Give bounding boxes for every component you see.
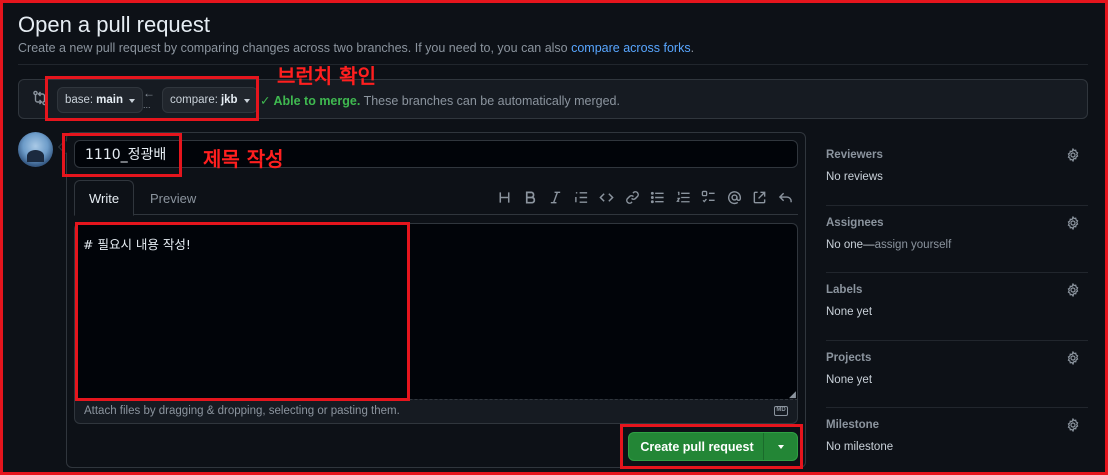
- markdown-icon[interactable]: MD: [774, 406, 788, 416]
- compare-branch-select[interactable]: compare: jkb: [162, 87, 258, 113]
- create-pull-request-label: Create pull request: [640, 439, 754, 454]
- base-branch-name: main: [96, 94, 123, 106]
- chevron-down-icon: [777, 445, 784, 449]
- sidebar: Reviewers No reviews Assignees No one—as…: [826, 138, 1088, 475]
- chevron-down-icon: [243, 98, 250, 103]
- sidebar-milestone: Milestone No milestone: [826, 408, 1088, 475]
- attach-files-text: Attach files by dragging & dropping, sel…: [84, 405, 400, 417]
- assignees-value: No one—assign yourself: [826, 239, 951, 251]
- sidebar-assignees: Assignees No one—assign yourself: [826, 206, 1088, 273]
- title-write-annotation: 제목 작성: [203, 147, 284, 171]
- cross-reference-icon[interactable]: [747, 185, 773, 210]
- chevron-down-icon: [128, 98, 135, 103]
- quote-icon[interactable]: [569, 185, 595, 210]
- ellipsis-icon: ...: [143, 100, 151, 110]
- page-subtitle: Create a new pull request by comparing c…: [18, 41, 694, 55]
- merge-status: ✓ Able to merge. These branches can be au…: [260, 93, 620, 108]
- title-input[interactable]: [74, 140, 798, 168]
- reply-icon[interactable]: [773, 185, 799, 210]
- base-prefix: base:: [65, 94, 94, 106]
- reviewers-value: No reviews: [826, 171, 883, 183]
- sidebar-projects: Projects None yet: [826, 341, 1088, 408]
- heading-icon[interactable]: [492, 185, 518, 210]
- unordered-list-icon[interactable]: [645, 185, 671, 210]
- gear-icon[interactable]: [1066, 350, 1080, 365]
- sidebar-item-label[interactable]: Assignees: [826, 217, 884, 229]
- title-divider: [18, 64, 1088, 65]
- projects-value: None yet: [826, 373, 873, 386]
- create-options-dropdown[interactable]: [763, 433, 797, 460]
- code-icon[interactable]: [594, 185, 620, 210]
- body-textarea[interactable]: [74, 223, 798, 399]
- link-icon[interactable]: [620, 185, 646, 210]
- check-icon: ✓: [260, 94, 271, 108]
- bold-icon[interactable]: [518, 185, 544, 210]
- page-title: Open a pull request: [18, 12, 211, 37]
- git-compare-icon: [33, 90, 47, 106]
- sidebar-item-label[interactable]: Labels: [826, 284, 862, 296]
- labels-value: None yet: [826, 306, 873, 318]
- ordered-list-icon[interactable]: [671, 185, 697, 210]
- gear-icon[interactable]: [1066, 418, 1080, 432]
- editor-tabs: Write Preview: [74, 180, 798, 216]
- compare-bar: base: main ← ... compare: jkb ✓ Able to mer…: [18, 79, 1088, 119]
- tab-preview[interactable]: Preview: [136, 180, 210, 216]
- compare-branch-name: jkb: [220, 94, 238, 106]
- tab-write[interactable]: Write: [74, 180, 135, 216]
- arrow-left-icon: ←: [143, 86, 155, 100]
- mention-icon[interactable]: [722, 185, 748, 210]
- milestone-value: No milestone: [826, 441, 894, 453]
- merge-status-label: Able to merge.: [273, 94, 361, 108]
- assign-yourself-link[interactable]: assign yourself: [875, 239, 952, 251]
- italic-icon[interactable]: [543, 185, 569, 210]
- gear-icon[interactable]: [1066, 148, 1080, 162]
- gear-icon[interactable]: [1066, 215, 1080, 230]
- subtitle-text: Create a new pull request by comparing c…: [18, 41, 572, 55]
- avatar[interactable]: [18, 132, 53, 167]
- sidebar-item-label[interactable]: Reviewers: [826, 149, 883, 161]
- task-list-icon[interactable]: [696, 185, 722, 210]
- create-pull-request-button[interactable]: Create pull request: [628, 432, 798, 461]
- sidebar-item-label[interactable]: Milestone: [826, 419, 879, 431]
- base-branch-select[interactable]: base: main: [57, 87, 143, 113]
- compare-across-forks-link[interactable]: compare across forks: [571, 41, 690, 55]
- sidebar-labels: Labels None yet: [826, 273, 1088, 341]
- subtitle-end: .: [690, 41, 695, 55]
- sidebar-item-label[interactable]: Projects: [826, 352, 871, 364]
- gear-icon[interactable]: [1066, 283, 1080, 297]
- markdown-toolbar: [492, 180, 798, 215]
- compare-prefix: compare:: [170, 94, 218, 106]
- attach-files-bar[interactable]: Attach files by dragging & dropping, sel…: [74, 399, 798, 424]
- merge-status-message: These branches can be automatically merg…: [363, 94, 620, 108]
- assignees-none: No one—: [826, 238, 875, 251]
- sidebar-reviewers: Reviewers No reviews: [826, 138, 1088, 206]
- branch-check-annotation: 브런치 확인: [277, 64, 376, 88]
